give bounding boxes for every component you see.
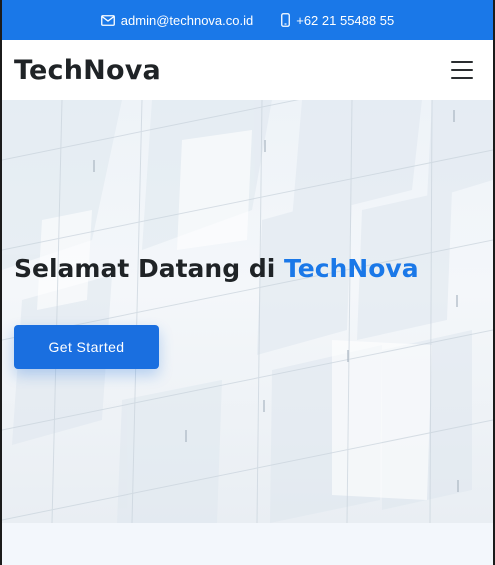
hero-title: Selamat Datang di TechNova	[14, 254, 419, 283]
site-header: TechNova	[2, 40, 493, 100]
hero-background-image	[2, 100, 493, 523]
site-logo[interactable]: TechNova	[14, 55, 161, 86]
page: admin@technova.co.id +62 21 55488 55 Tec…	[0, 0, 495, 565]
envelope-icon	[100, 14, 115, 26]
get-started-button[interactable]: Get Started	[14, 325, 159, 369]
topbar: admin@technova.co.id +62 21 55488 55	[2, 0, 493, 40]
hamburger-menu-icon[interactable]	[451, 61, 473, 79]
contact-phone[interactable]: +62 21 55488 55	[281, 13, 394, 28]
hero-title-prefix: Selamat Datang di	[14, 254, 276, 283]
contact-email-text: admin@technova.co.id	[120, 12, 254, 28]
hero-section: Selamat Datang di TechNova Get Started	[2, 100, 493, 523]
contact-phone-text: +62 21 55488 55	[296, 12, 395, 28]
contact-email[interactable]: admin@technova.co.id	[100, 12, 254, 28]
hero-title-accent: TechNova	[284, 254, 419, 283]
phone-icon	[281, 13, 291, 27]
